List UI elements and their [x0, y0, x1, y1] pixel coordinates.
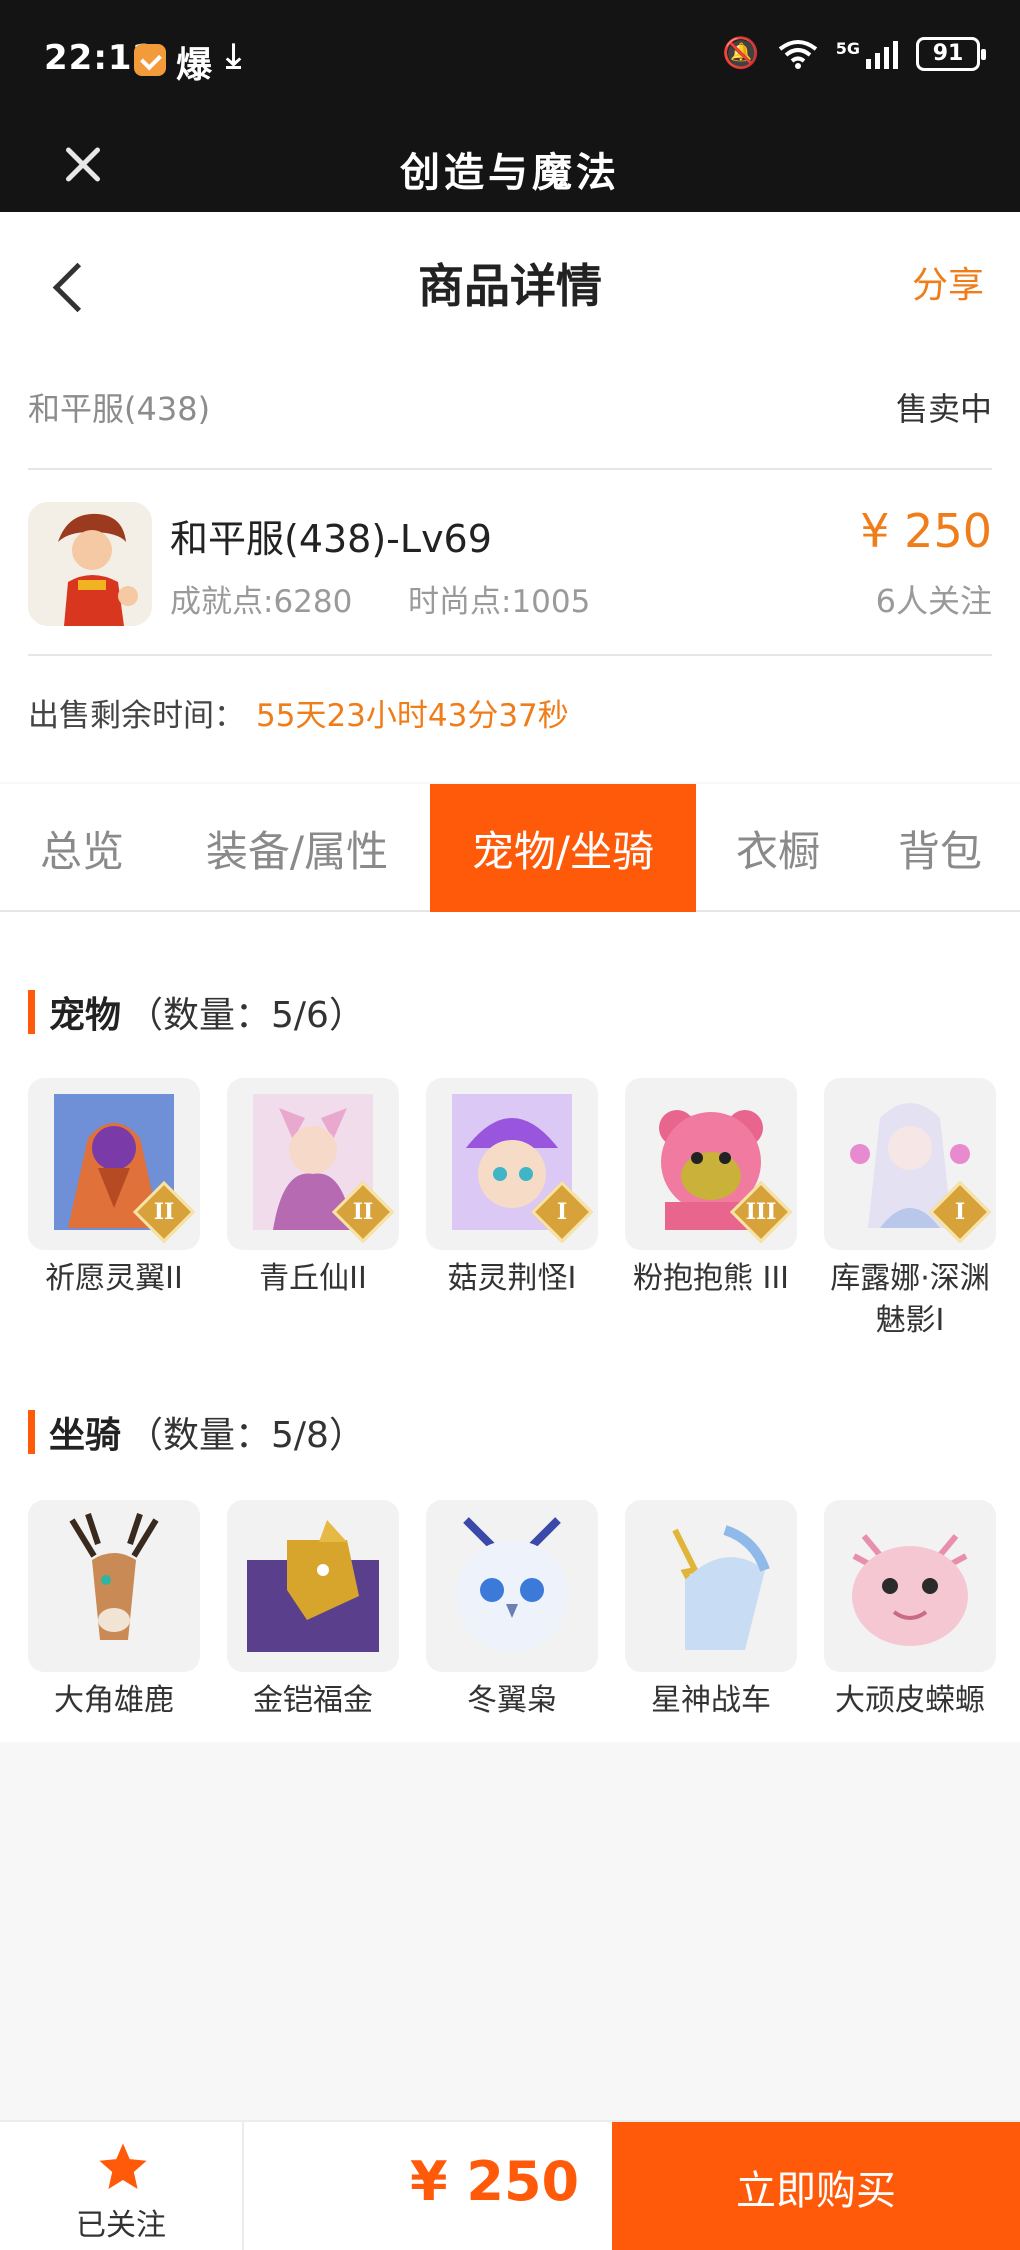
- pet-name: 祈愿灵翼II: [45, 1261, 183, 1296]
- pet-name: 库露娜·深渊魅影I: [830, 1261, 990, 1338]
- app-title-bar: 创造与魔法: [0, 120, 1020, 212]
- product-price: ¥ 250: [860, 504, 992, 558]
- pet-card[interactable]: I 库露娜·深渊魅影I: [824, 1078, 996, 1342]
- golden-armor-mount-icon: [247, 1520, 379, 1652]
- remaining-time-label: 出售剩余时间：: [28, 698, 245, 734]
- divider: [28, 468, 992, 470]
- mute-bell-icon: 🔕: [722, 36, 760, 71]
- pets-section-title: 宠物 （数量：5/6）: [28, 986, 365, 1038]
- pet-card[interactable]: III 粉抱抱熊 III: [625, 1078, 797, 1342]
- mount-card[interactable]: 冬翼枭: [426, 1500, 598, 1722]
- download-icon: ⤓: [226, 36, 242, 76]
- pet-thumbnail: II: [28, 1078, 200, 1250]
- share-button[interactable]: 分享: [912, 256, 984, 308]
- section-accent-bar: [28, 990, 35, 1034]
- follow-label: 已关注: [76, 2208, 166, 2243]
- mount-card[interactable]: 星神战车: [625, 1500, 797, 1722]
- boom-notification-icon: 爆: [176, 45, 213, 86]
- mount-thumbnail: [426, 1500, 598, 1672]
- star-chariot-mount-icon: [672, 1525, 770, 1650]
- pet-card[interactable]: I 菇灵荆怪I: [426, 1078, 598, 1342]
- buy-now-button[interactable]: 立即购买: [612, 2122, 1020, 2250]
- follow-button[interactable]: 已关注: [0, 2122, 244, 2250]
- mount-card[interactable]: 大顽皮蝾螈: [824, 1500, 996, 1722]
- character-avatar: [28, 502, 152, 626]
- pet-name: 青丘仙II: [259, 1261, 367, 1296]
- remaining-time-value: 55天23小时43分37秒: [256, 698, 569, 734]
- pet-thumbnail: I: [426, 1078, 598, 1250]
- pet-thumbnail: I: [824, 1078, 996, 1250]
- product-header: 商品详情 分享 和平服(438) 售卖中 和平服(438)-Lv69 成就点:6…: [0, 212, 1020, 782]
- character-portrait-icon: [28, 502, 152, 626]
- divider: [28, 654, 992, 656]
- section-name: 坐骑: [49, 1415, 122, 1456]
- page-title: 商品详情: [418, 259, 602, 313]
- tab-backpack[interactable]: 背包: [860, 784, 1020, 912]
- server-name: 和平服(438): [28, 390, 211, 428]
- mounts-grid: 大角雄鹿 金铠福金 冬翼枭 星神战车 大顽皮蝾螈: [28, 1500, 996, 1722]
- wifi-icon: [778, 39, 817, 69]
- pet-card[interactable]: II 祈愿灵翼II: [28, 1078, 200, 1342]
- mount-name: 星神战车: [651, 1683, 771, 1718]
- achievement-points: 成就点:6280: [170, 584, 353, 620]
- bottom-price: ¥ 250: [410, 2150, 580, 2213]
- winter-owl-mount-icon: [456, 1517, 568, 1652]
- axolotl-mount-icon: [852, 1534, 968, 1646]
- app-title: 创造与魔法: [400, 149, 620, 196]
- status-indicators: 🔕 5G 91: [722, 36, 986, 71]
- tab-wardrobe[interactable]: 衣橱: [696, 784, 860, 912]
- watcher-count: 6人关注: [875, 582, 992, 620]
- mount-card[interactable]: 大角雄鹿: [28, 1500, 200, 1722]
- mount-name: 大顽皮蝾螈: [835, 1683, 985, 1718]
- pet-name: 菇灵荆怪I: [447, 1261, 577, 1296]
- mount-thumbnail: [824, 1500, 996, 1672]
- pets-grid: II 祈愿灵翼II II 青丘仙II I 菇灵荆怪I III 粉抱抱熊 III …: [28, 1078, 996, 1342]
- status-bar: 22:12 爆 ⤓ 🔕 5G 91: [0, 0, 1020, 120]
- cellular-signal-icon: 5G: [836, 39, 898, 69]
- mount-thumbnail: [28, 1500, 200, 1672]
- network-type-label: 5G: [835, 38, 860, 58]
- mount-name: 冬翼枭: [467, 1683, 557, 1718]
- mount-card[interactable]: 金铠福金: [227, 1500, 399, 1722]
- app-notification-icon: [134, 44, 166, 76]
- section-accent-bar: [28, 1410, 35, 1454]
- pet-thumbnail: II: [227, 1078, 399, 1250]
- mount-thumbnail: [227, 1500, 399, 1672]
- great-stag-mount-icon: [69, 1513, 159, 1640]
- battery-icon: 91: [916, 36, 986, 71]
- section-count: （数量：5/6）: [127, 995, 365, 1036]
- pets-mounts-panel: 宠物 （数量：5/6） II 祈愿灵翼II II 青丘仙II I 菇灵荆怪I I…: [0, 912, 1020, 1742]
- product-name: 和平服(438)-Lv69: [170, 517, 492, 561]
- tab-equipment[interactable]: 装备/属性: [164, 784, 430, 912]
- mount-name: 金铠福金: [253, 1683, 373, 1718]
- pet-card[interactable]: II 青丘仙II: [227, 1078, 399, 1342]
- tab-overview[interactable]: 总览: [0, 784, 164, 912]
- section-count: （数量：5/8）: [127, 1415, 365, 1456]
- tab-pets-mounts[interactable]: 宠物/坐骑: [430, 784, 696, 912]
- pet-thumbnail: III: [625, 1078, 797, 1250]
- sale-status-badge: 售卖中: [895, 390, 992, 428]
- mount-name: 大角雄鹿: [54, 1683, 174, 1718]
- pet-name: 粉抱抱熊 III: [632, 1261, 790, 1296]
- mount-thumbnail: [625, 1500, 797, 1672]
- detail-tabs: 总览 装备/属性 宠物/坐骑 衣橱 背包: [0, 784, 1020, 912]
- fashion-points: 时尚点:1005: [408, 584, 591, 620]
- mounts-section-title: 坐骑 （数量：5/8）: [28, 1406, 365, 1458]
- star-icon: [99, 2143, 147, 2190]
- bottom-action-bar: 已关注 ¥ 250 立即购买: [0, 2120, 1020, 2250]
- section-name: 宠物: [49, 995, 122, 1036]
